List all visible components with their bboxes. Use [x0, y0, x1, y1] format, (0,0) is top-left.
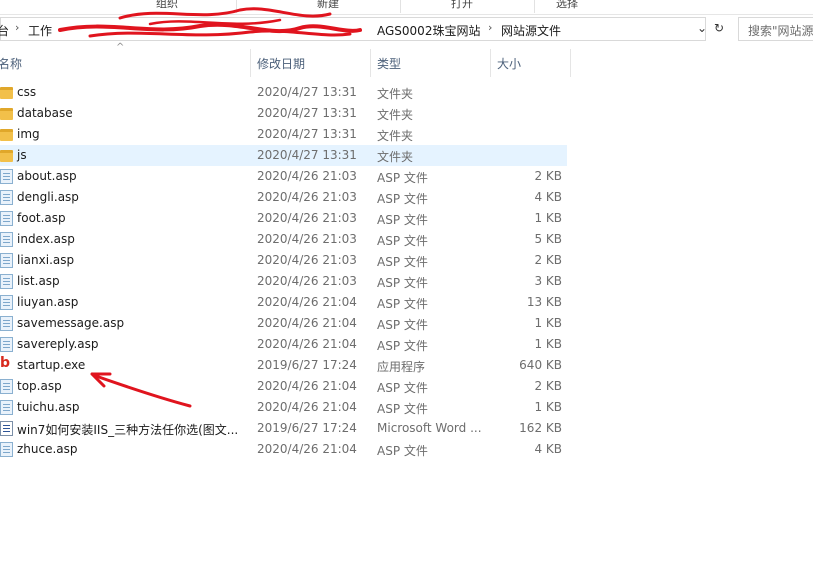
- ribbon-groups: 组织 新建 打开 选择: [0, 0, 813, 15]
- breadcrumb-separator-icon[interactable]: ›: [15, 21, 19, 34]
- file-row[interactable]: liuyan.asp 2020/4/26 21:04 ASP 文件 13 KB: [0, 292, 567, 313]
- file-row[interactable]: about.asp 2020/4/26 21:03 ASP 文件 2 KB: [0, 166, 567, 187]
- file-row[interactable]: css 2020/4/27 13:31 文件夹: [0, 82, 567, 103]
- file-row[interactable]: top.asp 2020/4/26 21:04 ASP 文件 2 KB: [0, 376, 567, 397]
- folder-icon: [0, 87, 13, 99]
- asp-file-icon: [0, 295, 13, 310]
- asp-file-icon: [0, 169, 13, 184]
- folder-icon: [0, 108, 13, 120]
- file-row[interactable]: foot.asp 2020/4/26 21:03 ASP 文件 1 KB: [0, 208, 567, 229]
- breadcrumb-separator-icon[interactable]: ›: [488, 21, 492, 34]
- asp-file-icon: [0, 400, 13, 415]
- address-bar[interactable]: 台 › 工作 AGS0002珠宝网站 › 网站源文件 ⌄ ↻: [0, 17, 724, 41]
- refresh-icon[interactable]: ↻: [714, 21, 724, 35]
- asp-file-icon: [0, 253, 13, 268]
- asp-file-icon: [0, 379, 13, 394]
- asp-file-icon: [0, 316, 13, 331]
- file-row[interactable]: img 2020/4/27 13:31 文件夹: [0, 124, 567, 145]
- file-row[interactable]: b startup.exe 2019/6/27 17:24 应用程序 640 K…: [0, 355, 567, 376]
- asp-file-icon: [0, 232, 13, 247]
- file-row-selected[interactable]: js 2020/4/27 13:31 文件夹: [0, 145, 567, 166]
- breadcrumb-item[interactable]: 台: [0, 22, 9, 39]
- folder-icon: [0, 150, 13, 162]
- column-divider[interactable]: [570, 49, 571, 77]
- ribbon-group-select[interactable]: 选择: [497, 0, 637, 11]
- search-box[interactable]: 搜索"网站源: [738, 17, 813, 41]
- column-header-name[interactable]: 名称: [0, 49, 250, 77]
- chevron-down-icon[interactable]: ⌄: [697, 21, 707, 35]
- breadcrumb-item[interactable]: 工作: [28, 22, 52, 39]
- file-row[interactable]: savereply.asp 2020/4/26 21:04 ASP 文件 1 K…: [0, 334, 567, 355]
- asp-file-icon: [0, 190, 13, 205]
- exe-app-icon: b: [0, 355, 11, 371]
- breadcrumb-item[interactable]: AGS0002珠宝网站: [377, 22, 480, 39]
- file-row[interactable]: index.asp 2020/4/26 21:03 ASP 文件 5 KB: [0, 229, 567, 250]
- column-header-size[interactable]: 大小: [490, 49, 570, 77]
- asp-file-icon: [0, 337, 13, 352]
- file-row[interactable]: list.asp 2020/4/26 21:03 ASP 文件 3 KB: [0, 271, 567, 292]
- file-row[interactable]: lianxi.asp 2020/4/26 21:03 ASP 文件 2 KB: [0, 250, 567, 271]
- asp-file-icon: [0, 442, 13, 457]
- column-header-type[interactable]: 类型: [370, 49, 490, 77]
- ribbon-divider: [236, 0, 237, 13]
- search-placeholder: 搜索"网站源: [748, 24, 813, 38]
- file-row[interactable]: tuichu.asp 2020/4/26 21:04 ASP 文件 1 KB: [0, 397, 567, 418]
- ribbon-group-organize[interactable]: 组织: [97, 0, 237, 11]
- file-row[interactable]: dengli.asp 2020/4/26 21:03 ASP 文件 4 KB: [0, 187, 567, 208]
- folder-icon: [0, 129, 13, 141]
- asp-file-icon: [0, 211, 13, 226]
- ribbon-group-new[interactable]: 新建: [258, 0, 398, 11]
- file-row[interactable]: savemessage.asp 2020/4/26 21:04 ASP 文件 1…: [0, 313, 567, 334]
- file-row[interactable]: zhuce.asp 2020/4/26 21:04 ASP 文件 4 KB: [0, 439, 567, 460]
- word-doc-icon: [0, 421, 13, 436]
- file-row[interactable]: win7如何安装IIS_三种方法任你选(图文... 2019/6/27 17:2…: [0, 418, 567, 439]
- asp-file-icon: [0, 274, 13, 289]
- file-row[interactable]: database 2020/4/27 13:31 文件夹: [0, 103, 567, 124]
- breadcrumb-item[interactable]: 网站源文件: [501, 22, 561, 39]
- column-header-date[interactable]: 修改日期: [250, 49, 370, 77]
